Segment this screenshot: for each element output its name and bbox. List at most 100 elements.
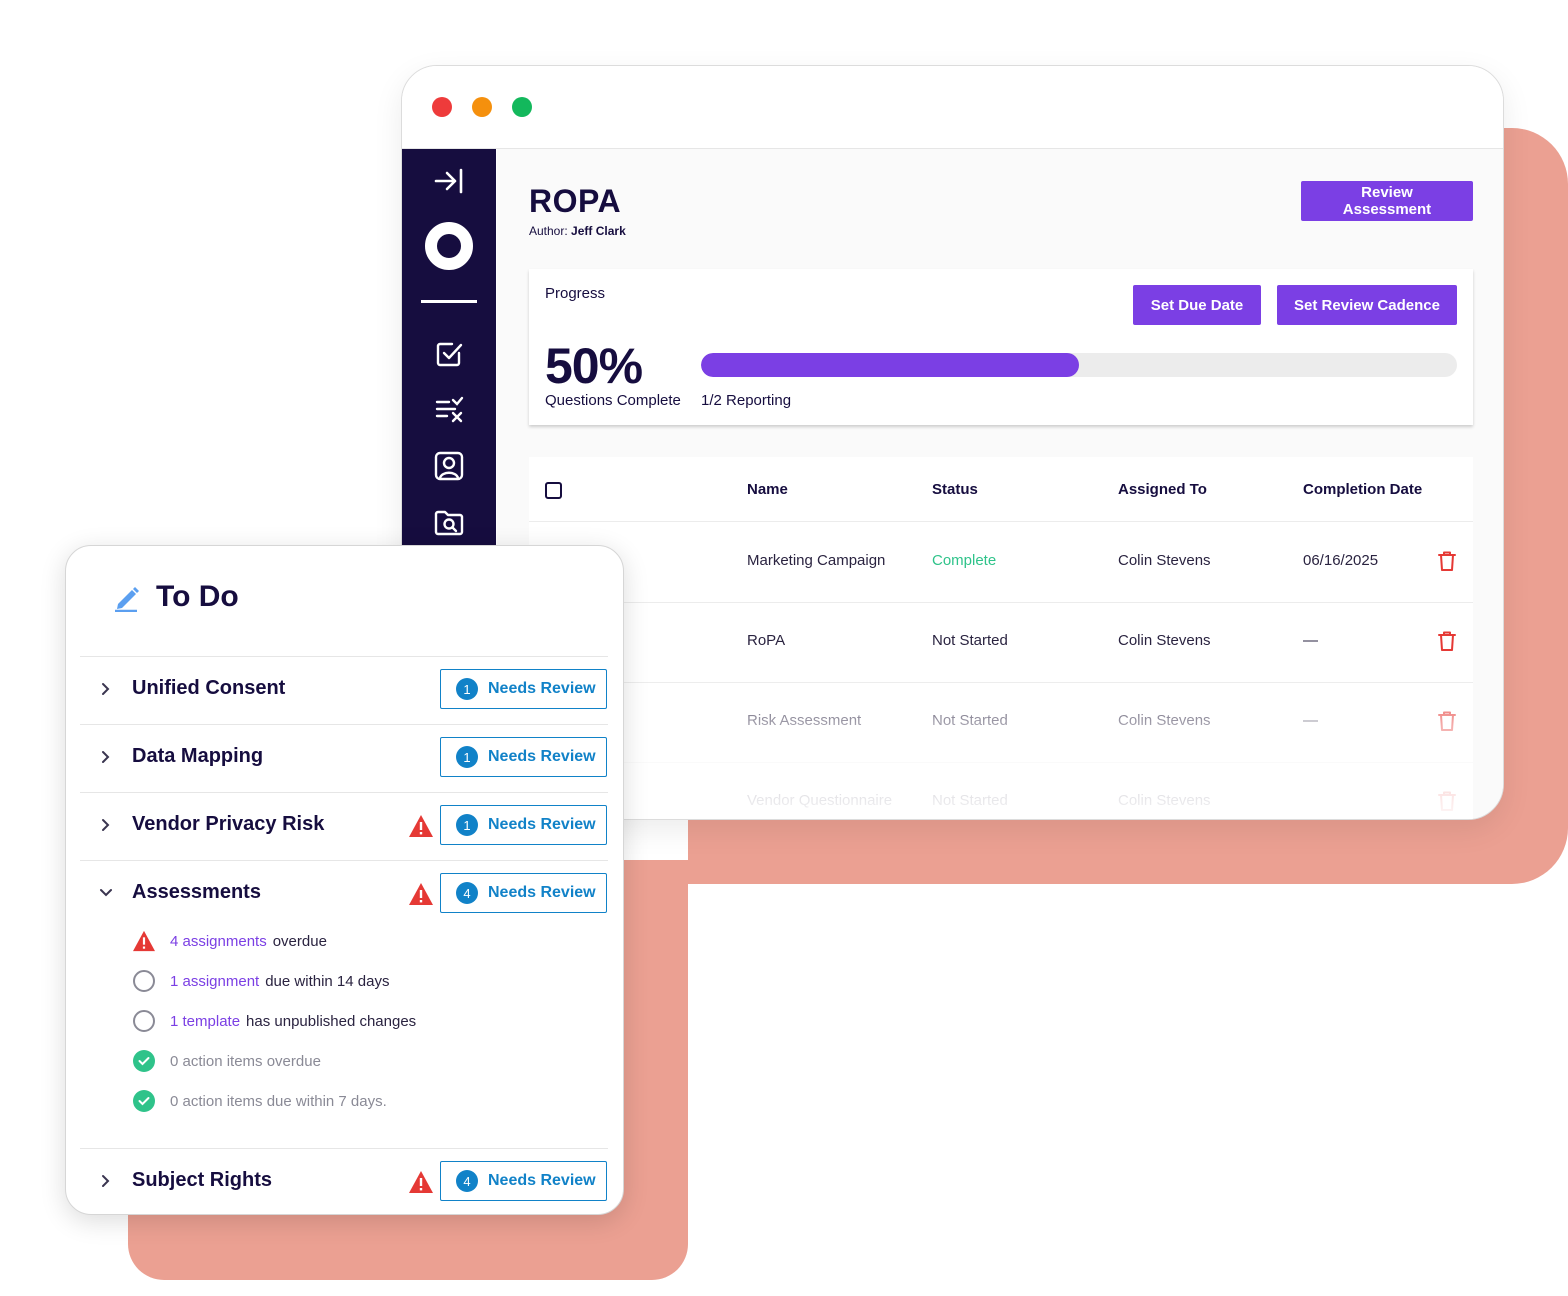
template-link[interactable]: 1 template bbox=[170, 1013, 240, 1030]
reporting-label: 1/2 Reporting bbox=[701, 392, 792, 409]
needs-review-label: Needs Review bbox=[488, 748, 596, 765]
row-assigned-to: Colin Stevens bbox=[1118, 632, 1211, 649]
todo-row-label: Assessments bbox=[132, 881, 261, 903]
assessment-item-overdue: 4 assignments overdue bbox=[132, 929, 327, 953]
table-row[interactable]: Marketing Campaign Complete Colin Steven… bbox=[529, 522, 1473, 603]
review-count-badge: 1 bbox=[456, 814, 478, 836]
warning-icon bbox=[409, 815, 433, 837]
review-count-badge: 4 bbox=[456, 1170, 478, 1192]
row-completion-date: — bbox=[1303, 712, 1318, 729]
todo-row-vendor-privacy-risk[interactable]: Vendor Privacy Risk 1 Needs Review bbox=[80, 792, 608, 861]
trash-icon[interactable] bbox=[1437, 790, 1457, 812]
folder-search-icon[interactable] bbox=[429, 503, 469, 543]
minimize-window-dot[interactable] bbox=[472, 97, 492, 117]
chevron-right-icon[interactable] bbox=[98, 1173, 114, 1189]
check-circle-icon bbox=[132, 1089, 156, 1113]
trash-icon[interactable] bbox=[1437, 710, 1457, 732]
assessment-item-action-overdue: 0 action items overdue bbox=[132, 1049, 321, 1073]
todo-row-unified-consent[interactable]: Unified Consent 1 Needs Review bbox=[80, 656, 608, 725]
row-status: Not Started bbox=[932, 792, 1008, 809]
questions-complete-label: Questions Complete bbox=[545, 392, 681, 409]
row-completion-date: 06/16/2025 bbox=[1303, 552, 1379, 569]
author-label: Author: bbox=[529, 224, 568, 238]
table-row[interactable]: Vendor Questionnaire Not Started Colin S… bbox=[529, 762, 1473, 819]
needs-review-button[interactable]: 1 Needs Review bbox=[440, 805, 607, 845]
column-header-name[interactable]: Name bbox=[747, 481, 788, 498]
window-titlebar bbox=[402, 66, 1503, 149]
needs-review-button[interactable]: 4 Needs Review bbox=[440, 1161, 607, 1201]
pencil-icon bbox=[115, 587, 139, 612]
chevron-right-icon[interactable] bbox=[98, 749, 114, 765]
chevron-right-icon[interactable] bbox=[98, 681, 114, 697]
author-name: Jeff Clark bbox=[571, 224, 626, 238]
list-check-icon[interactable] bbox=[429, 389, 469, 429]
progress-bar-fill bbox=[701, 353, 1079, 377]
table-row[interactable]: RoPA Not Started Colin Stevens — bbox=[529, 602, 1473, 683]
collapse-sidebar-icon[interactable] bbox=[429, 161, 469, 201]
review-assessment-button[interactable]: Review Assessment bbox=[1301, 181, 1473, 221]
empty-circle-icon bbox=[132, 1009, 156, 1033]
assessment-item-text: due within 14 days bbox=[265, 972, 390, 990]
trash-icon[interactable] bbox=[1437, 550, 1457, 572]
progress-percent: 50% bbox=[545, 338, 643, 394]
task-check-icon[interactable] bbox=[429, 334, 469, 374]
needs-review-label: Needs Review bbox=[488, 1172, 596, 1189]
page-title: ROPA bbox=[529, 183, 622, 219]
review-count-badge: 1 bbox=[456, 746, 478, 768]
row-assigned-to: Colin Stevens bbox=[1118, 712, 1211, 729]
logo-ring-icon[interactable] bbox=[424, 221, 474, 271]
row-assigned-to: Colin Stevens bbox=[1118, 792, 1211, 809]
assessment-item-text: has unpublished changes bbox=[246, 1012, 417, 1030]
todo-row-data-mapping[interactable]: Data Mapping 1 Needs Review bbox=[80, 724, 608, 793]
check-circle-icon bbox=[132, 1049, 156, 1073]
todo-title: To Do bbox=[156, 580, 239, 613]
column-header-status[interactable]: Status bbox=[932, 481, 978, 498]
needs-review-button[interactable]: 1 Needs Review bbox=[440, 737, 607, 777]
assessment-item-due-soon: 1 assignment due within 14 days bbox=[132, 969, 389, 993]
progress-card: Progress Set Due Date Set Review Cadence… bbox=[529, 269, 1473, 425]
chevron-right-icon[interactable] bbox=[98, 817, 114, 833]
row-assigned-to: Colin Stevens bbox=[1118, 552, 1211, 569]
row-name: RoPA bbox=[747, 632, 786, 649]
review-count-badge: 4 bbox=[456, 882, 478, 904]
row-status: Not Started bbox=[932, 712, 1008, 729]
todo-row-label: Data Mapping bbox=[132, 745, 264, 767]
set-due-date-button[interactable]: Set Due Date bbox=[1133, 285, 1261, 325]
progress-label: Progress bbox=[545, 285, 606, 302]
empty-circle-icon bbox=[132, 969, 156, 993]
todo-row-label: Subject Rights bbox=[132, 1169, 273, 1191]
todo-row-label: Vendor Privacy Risk bbox=[132, 813, 325, 835]
row-name: Marketing Campaign bbox=[747, 552, 886, 569]
warning-icon bbox=[132, 929, 156, 953]
select-all-checkbox[interactable] bbox=[545, 482, 562, 499]
needs-review-button[interactable]: 1 Needs Review bbox=[440, 669, 607, 709]
row-name: Vendor Questionnaire bbox=[747, 792, 893, 809]
column-header-assigned-to[interactable]: Assigned To bbox=[1118, 481, 1207, 498]
column-header-completion-date[interactable]: Completion Date bbox=[1303, 481, 1422, 498]
todo-row-subject-rights[interactable]: Subject Rights 4 Needs Review bbox=[80, 1148, 608, 1214]
row-status: Not Started bbox=[932, 632, 1008, 649]
needs-review-label: Needs Review bbox=[488, 680, 596, 697]
main-content: ROPA Author: Jeff Clark Review Assessmen… bbox=[497, 149, 1503, 819]
table-row[interactable]: Risk Assessment Not Started Colin Steven… bbox=[529, 682, 1473, 763]
warning-icon bbox=[409, 883, 433, 905]
maximize-window-dot[interactable] bbox=[512, 97, 532, 117]
row-name: Risk Assessment bbox=[747, 712, 862, 729]
assessment-item-template: 1 template has unpublished changes bbox=[132, 1009, 416, 1033]
assignment-due-link[interactable]: 1 assignment bbox=[170, 973, 259, 990]
todo-card: To Do Unified Consent 1 Needs Review Dat… bbox=[65, 545, 624, 1215]
close-window-dot[interactable] bbox=[432, 97, 452, 117]
warning-icon bbox=[409, 1171, 433, 1193]
assignments-overdue-link[interactable]: 4 assignments bbox=[170, 933, 267, 950]
todo-row-label: Unified Consent bbox=[132, 677, 286, 699]
todo-row-assessments[interactable]: Assessments 4 Needs Review bbox=[80, 860, 608, 929]
contact-card-icon[interactable] bbox=[429, 446, 469, 486]
trash-icon[interactable] bbox=[1437, 630, 1457, 652]
sidebar-divider bbox=[421, 300, 477, 303]
set-review-cadence-button[interactable]: Set Review Cadence bbox=[1277, 285, 1457, 325]
assessment-item-text: overdue bbox=[272, 932, 327, 950]
chevron-down-icon[interactable] bbox=[98, 885, 114, 901]
needs-review-button[interactable]: 4 Needs Review bbox=[440, 873, 607, 913]
progress-bar bbox=[701, 353, 1457, 377]
author-line: Author: Jeff Clark bbox=[529, 224, 626, 238]
